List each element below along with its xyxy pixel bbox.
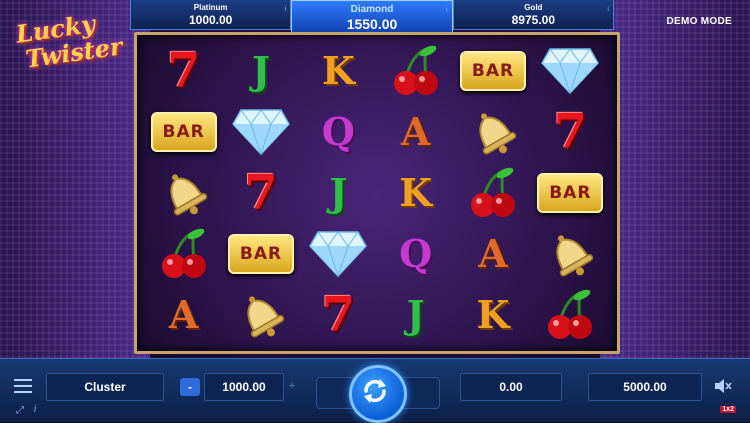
reel-cell: Q <box>377 223 454 284</box>
jackpot-platinum: Platinum 1000.00 i <box>130 0 292 30</box>
jackpot-diamond: Diamond 1550.00 i <box>291 0 453 36</box>
reel-cell: J <box>222 41 299 102</box>
symbol-7: 7 <box>244 164 278 221</box>
win-amount: 0.00 <box>460 373 562 401</box>
game-stage: Lucky Twister DEMO MODE Platinum 1000.00… <box>0 0 750 358</box>
diamond-icon <box>309 230 368 277</box>
demo-mode-label: DEMO MODE <box>666 16 732 27</box>
symbol-a: A <box>478 230 508 276</box>
symbol-k: K <box>476 291 510 337</box>
info-icon[interactable]: i <box>285 6 287 13</box>
reel-cell <box>532 284 609 345</box>
diamond-icon <box>232 109 290 156</box>
reel-cell: 7 <box>300 284 377 345</box>
cherry-icon <box>470 167 515 217</box>
bet-increase-button[interactable]: + <box>286 380 298 392</box>
symbol-a: A <box>400 109 431 155</box>
reel-cell: BAR <box>454 41 531 102</box>
jackpot-value: 1000.00 <box>188 13 233 27</box>
jackpot-name: Gold <box>524 3 543 12</box>
info-icon[interactable]: i <box>446 7 448 14</box>
reel-cell <box>300 223 377 284</box>
jackpot-bar: Platinum 1000.00 i Diamond 1550.00 i Gol… <box>130 0 614 36</box>
jackpot-gold: Gold 8975.00 i <box>452 0 614 30</box>
spin-icon <box>364 379 386 403</box>
reel-cell: K <box>300 41 377 102</box>
reel-cell <box>222 102 299 163</box>
reel-cell: K <box>377 163 454 224</box>
menu-icon[interactable] <box>14 379 32 393</box>
symbol-bar: BAR <box>459 51 526 92</box>
info-icon[interactable]: i <box>607 6 609 13</box>
info-icon[interactable]: i <box>34 404 36 415</box>
symbol-q: Q <box>321 109 355 155</box>
jackpot-name: Diamond <box>350 4 394 15</box>
symbol-bar: BAR <box>537 172 604 213</box>
fullscreen-icon[interactable]: ⤢ <box>16 405 24 416</box>
reel-cell <box>145 223 222 284</box>
symbol-j: J <box>329 169 348 215</box>
sound-icon[interactable] <box>714 378 732 394</box>
bet-value: 1000.00 <box>222 380 266 394</box>
win-value: 0.00 <box>499 380 523 394</box>
reel-cell: 7 <box>222 163 299 224</box>
jackpot-value: 1550.00 <box>346 16 398 32</box>
balance-amount: 5000.00 <box>588 373 702 401</box>
control-panel: Cluster - 1000.00 + 0.00 5000.00 ⤢ i 1x2 <box>0 358 750 423</box>
reel-cell: 7 <box>532 102 609 163</box>
bell-icon <box>479 113 517 155</box>
bell-icon <box>556 235 594 277</box>
symbol-7: 7 <box>321 286 356 343</box>
reel-frame: 7 J K BAR BAR Q A 7 7 J K BAR BAR Q A A 7 J K <box>134 32 620 354</box>
brand-logo: 1x2 <box>720 406 736 413</box>
reel-cell: J <box>300 163 377 224</box>
reel-cell: BAR <box>532 163 609 224</box>
reel-cell: Q <box>300 102 377 163</box>
symbol-j: J <box>406 291 425 337</box>
bet-amount: 1000.00 <box>204 373 284 401</box>
mode-selector[interactable]: Cluster <box>46 373 164 401</box>
reel-cell: A <box>454 223 531 284</box>
symbol-7: 7 <box>166 43 201 100</box>
right-backdrop <box>600 0 750 358</box>
reel-cell: 7 <box>145 41 222 102</box>
reel-cell: A <box>377 102 454 163</box>
reel-cell <box>532 223 609 284</box>
jackpot-value: 8975.00 <box>511 13 556 27</box>
cherry-icon <box>393 46 438 96</box>
control-row: Cluster - 1000.00 + 0.00 5000.00 <box>0 365 750 423</box>
reel-cell <box>454 163 531 224</box>
reel-cell <box>377 41 454 102</box>
jackpot-name: Platinum <box>193 3 228 12</box>
cherry-icon <box>161 228 206 278</box>
symbol-k: K <box>321 48 355 94</box>
reel-cell: A <box>145 284 222 345</box>
symbol-q: Q <box>399 230 433 276</box>
reel-cell <box>145 163 222 224</box>
symbol-a: A <box>168 291 199 337</box>
mode-label: Cluster <box>84 380 126 394</box>
cherry-icon <box>548 289 593 339</box>
balance-value: 5000.00 <box>623 380 667 394</box>
reel-cell <box>454 102 531 163</box>
reel-cell: BAR <box>145 102 222 163</box>
bell-icon <box>247 295 285 338</box>
bet-decrease-button[interactable]: - <box>180 378 200 396</box>
reel-cell: BAR <box>222 223 299 284</box>
reel-grid: 7 J K BAR BAR Q A 7 7 J K BAR BAR Q A A 7 J K <box>145 41 609 345</box>
symbol-bar: BAR <box>150 112 217 153</box>
reel-cell: K <box>454 284 531 345</box>
reel-cell <box>532 41 609 102</box>
spin-button[interactable] <box>349 365 407 423</box>
symbol-7: 7 <box>553 104 588 161</box>
reel-cell <box>222 284 299 345</box>
symbol-bar: BAR <box>227 233 294 274</box>
diamond-icon <box>541 48 600 95</box>
symbol-k: K <box>399 169 433 215</box>
symbol-j: J <box>252 48 270 94</box>
reel-cell: J <box>377 284 454 345</box>
bell-icon <box>170 174 207 216</box>
